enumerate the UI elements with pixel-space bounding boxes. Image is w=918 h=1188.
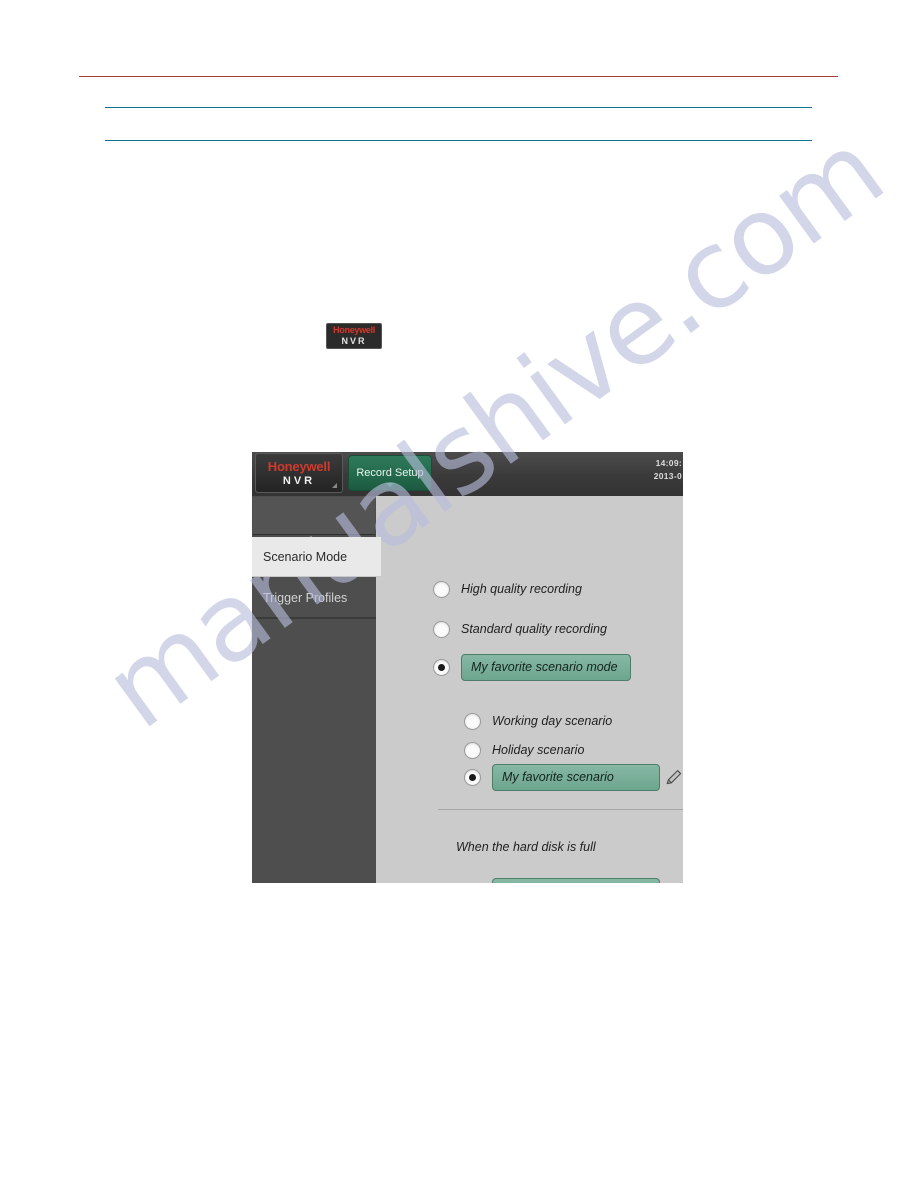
header-rule-red (79, 76, 838, 77)
option-working-day-scenario[interactable]: Working day scenario (464, 708, 612, 734)
label-my-favorite-scenario[interactable]: My favorite scenario (492, 763, 660, 791)
nvr-clock: 14:09: 2013-0 (654, 457, 682, 483)
radio-working-day-scenario[interactable] (464, 712, 481, 730)
nvr-clock-time: 14:09: (655, 458, 682, 468)
option-overwrite-old-data[interactable]: Overwrite old data (464, 877, 660, 883)
radio-holiday-scenario[interactable] (464, 741, 481, 759)
sidebar-empty-area (252, 618, 376, 883)
inline-logo-product: NVR (341, 336, 367, 346)
sidebar-item-trigger-profiles[interactable]: Trigger Profiles (252, 578, 376, 618)
header-rule-teal-top (105, 107, 812, 108)
sidebar-item-scenario-mode[interactable]: Scenario Mode (252, 537, 381, 577)
nvr-sidebar: Scenario Mode Trigger Profiles (252, 496, 381, 883)
nvr-topbar: Honeywell NVR Record Setup 14:09: 2013-0 (252, 452, 683, 496)
label-my-favorite-scenario-mode[interactable]: My favorite scenario mode (461, 653, 631, 681)
chevron-down-icon (386, 483, 394, 487)
record-setup-menu-label: Record Setup (356, 466, 424, 479)
radio-standard-quality-recording[interactable] (433, 620, 450, 638)
option-high-quality-recording[interactable]: High quality recording (433, 576, 582, 602)
label-working-day-scenario: Working day scenario (492, 714, 613, 728)
header-rule-teal-bottom (105, 140, 812, 141)
label-high-quality-recording: High quality recording (461, 582, 582, 596)
inline-honeywell-nvr-logo: Honeywell NVR (326, 323, 382, 349)
nvr-screenshot: Honeywell NVR Record Setup 14:09: 2013-0… (252, 452, 683, 883)
nvr-brand-name: Honeywell (267, 458, 331, 474)
pencil-icon[interactable] (664, 767, 683, 787)
sidebar-item-scenario-mode-label: Scenario Mode (263, 549, 348, 564)
label-overwrite-old-data[interactable]: Overwrite old data (492, 877, 660, 883)
record-setup-menu-button[interactable]: Record Setup (348, 455, 432, 491)
hard-disk-full-section-label: When the hard disk is full (456, 840, 596, 854)
sidebar-blank-panel (253, 497, 375, 535)
inline-logo-brand: Honeywell (333, 325, 375, 335)
radio-high-quality-recording[interactable] (433, 580, 450, 598)
option-holiday-scenario[interactable]: Holiday scenario (464, 737, 584, 763)
radio-my-favorite-scenario-mode[interactable] (433, 658, 450, 676)
radio-my-favorite-scenario[interactable] (464, 768, 481, 786)
nvr-product-name: NVR (282, 474, 316, 487)
nvr-clock-date: 2013-0 (653, 471, 682, 481)
sidebar-item-trigger-profiles-label: Trigger Profiles (263, 590, 348, 605)
label-standard-quality-recording: Standard quality recording (461, 622, 607, 636)
radio-overwrite-old-data[interactable] (464, 882, 481, 883)
label-holiday-scenario: Holiday scenario (492, 743, 585, 757)
corner-triangle-icon (332, 483, 337, 488)
option-my-favorite-scenario[interactable]: My favorite scenario (464, 763, 660, 791)
option-standard-quality-recording[interactable]: Standard quality recording (433, 616, 607, 642)
content-divider (438, 809, 683, 810)
nvr-content-pane: High quality recording Standard quality … (376, 496, 683, 883)
option-my-favorite-scenario-mode[interactable]: My favorite scenario mode (433, 653, 631, 681)
nvr-brand-plate[interactable]: Honeywell NVR (255, 453, 343, 493)
